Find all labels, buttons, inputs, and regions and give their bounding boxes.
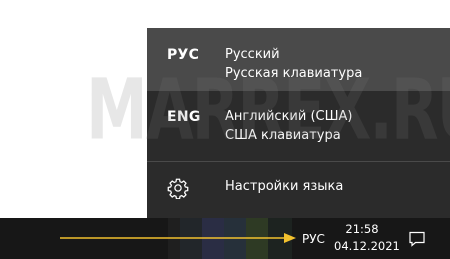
- language-flyout: РУС Русский Русская клавиатура ENG Англи…: [147, 28, 450, 218]
- language-settings-link[interactable]: Настройки языка: [147, 162, 450, 218]
- language-item-russian[interactable]: РУС Русский Русская клавиатура: [147, 28, 450, 91]
- settings-label: Настройки языка: [225, 179, 344, 194]
- language-names: Русский Русская клавиатура: [225, 45, 362, 83]
- gear-icon: [167, 177, 189, 200]
- language-name: Русский: [225, 47, 280, 62]
- yellow-arrow-icon: [60, 233, 296, 243]
- input-language-indicator[interactable]: РУС: [302, 232, 325, 246]
- language-name: Английский (США): [225, 109, 353, 124]
- keyboard-name: Русская клавиатура: [225, 66, 363, 81]
- clock[interactable]: 21:58 04.12.2021: [334, 221, 400, 255]
- language-names: Английский (США) США клавиатура: [225, 107, 352, 145]
- language-code: РУС: [167, 47, 200, 63]
- language-item-english[interactable]: ENG Английский (США) США клавиатура: [147, 91, 450, 161]
- clock-time: 21:58: [345, 222, 379, 236]
- language-code: ENG: [167, 109, 201, 125]
- taskbar: РУС 21:58 04.12.2021: [0, 218, 450, 259]
- clock-date: 04.12.2021: [334, 239, 400, 253]
- keyboard-name: США клавиатура: [225, 128, 341, 143]
- action-center-icon[interactable]: [408, 230, 426, 248]
